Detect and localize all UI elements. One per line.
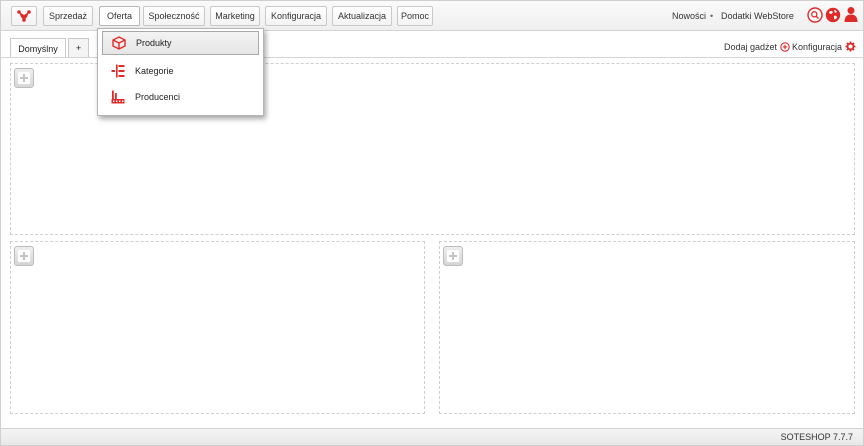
plus-icon bbox=[18, 250, 30, 262]
nav-oferta[interactable]: Oferta bbox=[99, 6, 140, 26]
nav-marketing[interactable]: Marketing bbox=[210, 6, 260, 26]
box-icon bbox=[112, 36, 126, 50]
factory-icon bbox=[111, 90, 125, 104]
version-label: SOTESHOP 7.7.7 bbox=[780, 432, 853, 442]
addons-webstore-link[interactable]: Dodatki WebStore bbox=[721, 11, 794, 21]
add-circle-icon[interactable] bbox=[780, 42, 790, 52]
nav-separator: • bbox=[710, 11, 714, 21]
plus-icon bbox=[447, 250, 459, 262]
category-tree-icon bbox=[111, 64, 125, 78]
top-navigation-bar: Sprzedaż Oferta Społeczność Marketing Ko… bbox=[1, 1, 863, 31]
tab-domyslny[interactable]: Domyślny bbox=[10, 38, 66, 58]
add-gadget-button[interactable] bbox=[443, 246, 463, 266]
plus-icon bbox=[18, 72, 30, 84]
nav-pomoc[interactable]: Pomoc bbox=[397, 6, 433, 26]
globe-icon[interactable] bbox=[825, 7, 841, 23]
oferta-dropdown-menu: Produkty Kategorie Producenci bbox=[97, 28, 264, 116]
menu-item-label: Producenci bbox=[135, 92, 181, 102]
gadget-config-link[interactable]: Konfiguracja bbox=[792, 42, 842, 52]
add-tab-button[interactable]: + bbox=[68, 38, 89, 57]
search-icon[interactable] bbox=[807, 7, 823, 23]
nav-sprzedaz[interactable]: Sprzedaż bbox=[43, 6, 93, 26]
menu-item-label: Produkty bbox=[136, 38, 172, 48]
gadget-panel-left bbox=[10, 241, 425, 414]
gear-icon[interactable] bbox=[845, 41, 856, 52]
add-gadget-link[interactable]: Dodaj gadżet bbox=[724, 42, 777, 52]
nav-spolecznosc[interactable]: Społeczność bbox=[143, 6, 205, 26]
soteshop-logo-icon bbox=[17, 10, 31, 22]
menu-item-produkty[interactable]: Produkty bbox=[102, 31, 259, 55]
add-gadget-button[interactable] bbox=[14, 246, 34, 266]
add-gadget-button[interactable] bbox=[14, 68, 34, 88]
nav-aktualizacja[interactable]: Aktualizacja bbox=[332, 6, 392, 26]
news-link[interactable]: Nowości bbox=[672, 11, 706, 21]
menu-item-kategorie[interactable]: Kategorie bbox=[102, 59, 259, 83]
footer-bar: SOTESHOP 7.7.7 bbox=[1, 428, 863, 445]
nav-konfiguracja[interactable]: Konfiguracja bbox=[265, 6, 327, 26]
home-logo-button[interactable] bbox=[11, 6, 37, 26]
menu-item-producenci[interactable]: Producenci bbox=[102, 85, 259, 109]
gadget-panel-right bbox=[439, 241, 855, 414]
menu-item-label: Kategorie bbox=[135, 66, 174, 76]
user-icon[interactable] bbox=[843, 6, 859, 22]
